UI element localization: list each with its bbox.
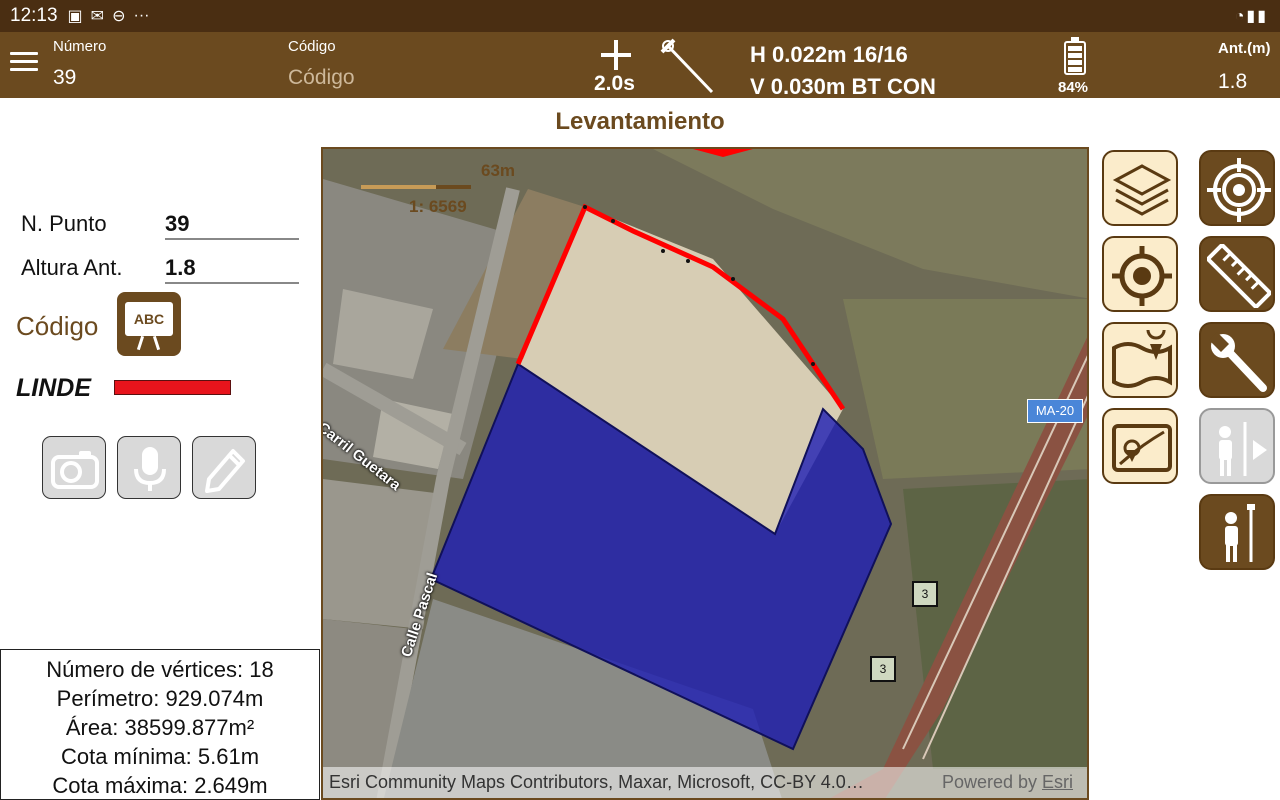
target-button[interactable]: [1199, 150, 1275, 226]
battery-percent: 84%: [1058, 79, 1089, 96]
ant-label: Ant.(m): [1218, 40, 1271, 57]
codigo-input[interactable]: Código: [288, 66, 355, 90]
surveyor-icon: [1225, 504, 1255, 562]
numero-value[interactable]: 39: [53, 66, 76, 90]
chalkboard-icon: ABC: [125, 302, 173, 336]
status-bar: 12:13 ▣ ✉ ⊖ ··· ◔▮▮: [0, 0, 1280, 32]
scale-distance: 63m: [481, 161, 516, 180]
interval-value: 2.0s: [594, 72, 635, 95]
stat-perimeter: Perímetro: 929.074m: [56, 686, 264, 711]
esri-link[interactable]: Esri: [1042, 772, 1073, 792]
map-pin-icon: [1112, 330, 1172, 388]
menu-icon[interactable]: [10, 52, 38, 76]
locate-icon: [1112, 246, 1172, 306]
linde-label: LINDE: [16, 374, 91, 402]
numero-label: Número: [53, 38, 107, 55]
codigo-label: Código: [288, 38, 336, 55]
status-time: 12:13: [10, 5, 58, 26]
v-precision: V 0.030m BT CON: [750, 74, 936, 99]
battery-icon: [1064, 37, 1086, 75]
polygon-stats: Número de vértices: 18 Perímetro: 929.07…: [0, 649, 320, 800]
dnd-icon: ⊖: [112, 8, 126, 25]
altura-field[interactable]: 1.8: [165, 255, 299, 284]
ruler-icon: [1207, 244, 1271, 308]
stakeout-button[interactable]: [1199, 408, 1275, 484]
attribution-text: Esri Community Maps Contributors, Maxar,…: [329, 772, 864, 792]
exit-marker: 3: [870, 656, 896, 682]
map-button[interactable]: [1102, 322, 1178, 398]
crosshair-icon[interactable]: [601, 40, 631, 70]
gallery-icon: ▣: [67, 8, 83, 25]
settings-button[interactable]: [1199, 322, 1275, 398]
h-precision: H 0.022m 16/16: [750, 42, 908, 67]
camera-icon: [51, 451, 99, 489]
abc-code-button[interactable]: ABC: [117, 292, 181, 356]
wrench-icon: [1209, 332, 1267, 392]
stat-max-elevation: Cota máxima: 2.649m: [52, 773, 268, 798]
stat-min-elevation: Cota mínima: 5.61m: [60, 744, 260, 769]
microphone-icon: [134, 447, 166, 491]
pole-icon[interactable]: [660, 38, 716, 94]
exit-marker: 3: [912, 581, 938, 607]
locate-button[interactable]: [1102, 236, 1178, 312]
signal-icon: ◔▮▮: [1234, 8, 1268, 25]
ant-value[interactable]: 1.8: [1218, 70, 1247, 94]
npunto-label: N. Punto: [21, 211, 107, 236]
stat-vertices: Número de vértices: 18: [46, 657, 274, 682]
map-view[interactable]: 63m 1: 6569 Carril Guetara Calle Pascal …: [321, 147, 1089, 800]
pencil-button[interactable]: [192, 436, 256, 499]
layers-icon: [1112, 164, 1172, 216]
linde-color-swatch[interactable]: [114, 380, 231, 395]
microphone-button[interactable]: [117, 436, 181, 499]
mail-icon: ✉: [90, 8, 105, 25]
app-bar: Número 39 Código Código 2.0s H 0.022m 16…: [0, 32, 1280, 99]
layers-button[interactable]: [1102, 150, 1178, 226]
npunto-field[interactable]: 39: [165, 211, 299, 240]
pencil-icon: [205, 449, 245, 493]
satellite-imagery: [323, 149, 1087, 798]
map-attribution: Esri Community Maps Contributors, Maxar,…: [323, 767, 1087, 798]
survey-point-button[interactable]: [1199, 494, 1275, 570]
codigo-section-label: Código: [16, 311, 99, 341]
scale-ratio: 1: 6569: [409, 197, 467, 216]
road-badge: MA-20: [1027, 399, 1083, 423]
altura-label: Altura Ant.: [21, 255, 123, 280]
target-icon: [1207, 158, 1271, 222]
gps-map-icon: [1112, 424, 1172, 472]
surveyor-play-icon: [1219, 422, 1267, 476]
camera-button[interactable]: [42, 436, 106, 499]
powered-by: Powered by Esri: [941, 772, 1073, 792]
stat-area: Área: 38599.877m²: [65, 715, 255, 740]
gps-map-button[interactable]: [1102, 408, 1178, 484]
page-title: Levantamiento: [555, 108, 725, 135]
more-notifications: ···: [133, 7, 150, 24]
ruler-button[interactable]: [1199, 236, 1275, 312]
